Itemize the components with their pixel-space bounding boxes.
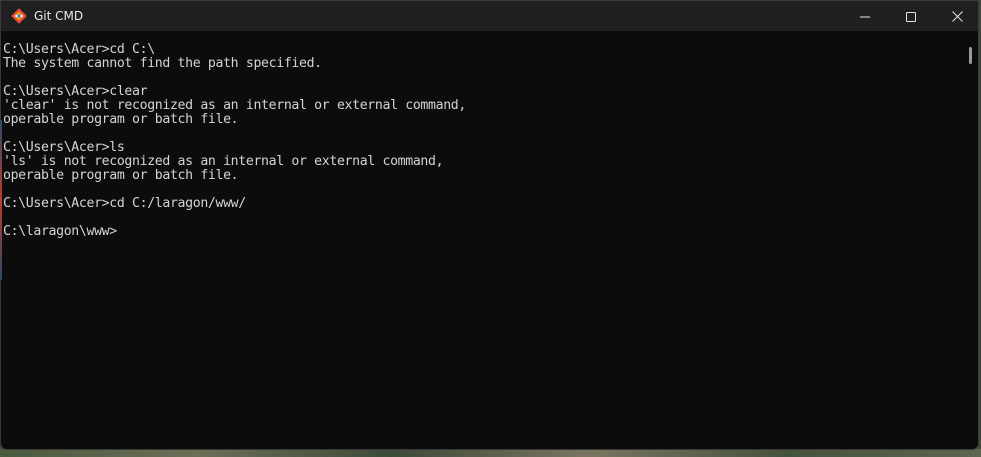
terminal-line: C:\Users\Acer>ls [3,140,125,155]
close-icon [951,7,963,26]
terminal-line: 'ls' is not recognized as an internal or… [3,154,444,169]
terminal-line: The system cannot find the path specifie… [3,56,322,71]
maximize-button[interactable] [888,1,934,31]
minimize-icon [860,7,870,26]
terminal-line: C:\Users\Acer>clear [3,84,148,99]
desktop-background [0,449,981,457]
window-title: Git CMD [34,9,84,23]
minimize-button[interactable] [842,1,888,31]
git-icon [11,8,27,24]
scrollbar-thumb[interactable] [969,47,972,64]
maximize-icon [906,7,916,26]
terminal-prompt[interactable]: C:\laragon\www> [3,225,964,239]
terminal-output[interactable]: C:\Users\Acer>cd C:\ The system cannot f… [1,31,964,449]
terminal-line: C:\Users\Acer>cd C:\ [3,42,155,57]
terminal-line: 'clear' is not recognized as an internal… [3,98,466,113]
terminal-line: C:\Users\Acer>cd C:/laragon/www/ [3,196,246,211]
close-button[interactable] [934,1,978,31]
terminal-line: operable program or batch file. [3,112,239,127]
desktop-edge [0,120,2,280]
terminal-line: operable program or batch file. [3,168,239,183]
title-bar[interactable]: Git CMD [1,1,978,31]
vertical-scrollbar[interactable] [964,31,978,449]
git-cmd-window: Git CMD C:\Users\Acer>cd C:\ The system … [0,0,979,450]
